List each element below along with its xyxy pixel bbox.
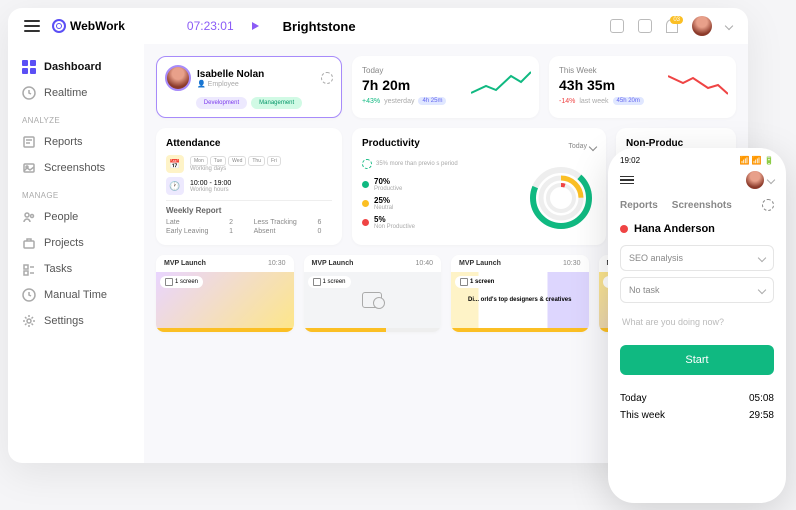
compare-value: 4h 25m: [418, 97, 446, 105]
notification-badge: 03: [670, 16, 683, 24]
sidebar-item-projects[interactable]: Projects: [22, 230, 144, 256]
video-icon[interactable]: [638, 19, 652, 33]
gear-icon: [22, 314, 36, 328]
sidebar-item-people[interactable]: People: [22, 204, 144, 230]
briefcase-icon: [22, 236, 36, 250]
calendar-icon: 📅: [166, 155, 184, 173]
tag-development: Development: [196, 97, 247, 109]
check-icon: [362, 159, 372, 169]
sidebar-item-dashboard[interactable]: Dashboard: [22, 54, 144, 80]
section-manage: Manage: [22, 191, 144, 200]
screenshot-card[interactable]: MVP Launch10:30 1 screenDi... orld's top…: [451, 255, 589, 332]
tasks-icon: [22, 262, 36, 276]
sidebar-label: Tasks: [44, 263, 72, 275]
delta: +43%: [362, 98, 380, 105]
screenshot-card[interactable]: MVP Launch10:30 1 screen: [156, 255, 294, 332]
user-name: Isabelle Nolan: [197, 69, 264, 80]
project-select[interactable]: SEO analysis: [620, 245, 774, 271]
tab-reports[interactable]: Reports: [620, 200, 658, 211]
start-button[interactable]: Start: [620, 345, 774, 375]
stat-week: This week29:58: [620, 410, 774, 421]
period-selector[interactable]: Today: [568, 143, 596, 150]
image-icon: [22, 161, 36, 175]
sparkline-icon: [668, 68, 728, 98]
play-icon[interactable]: [252, 22, 259, 30]
sidebar-item-tasks[interactable]: Tasks: [22, 256, 144, 282]
logo[interactable]: WebWork: [52, 19, 125, 33]
compare-value: 45h 20m: [613, 97, 644, 105]
status-icons: 📶 📶 🔋: [740, 156, 774, 165]
sidebar-label: Reports: [44, 136, 83, 148]
dashboard-icon: [22, 60, 36, 74]
weekly-grid: Late2Less Tracking6 Early Leaving1Absent…: [166, 219, 332, 235]
delta: -14%: [559, 98, 575, 105]
activity-input[interactable]: What are you doing now?: [620, 309, 774, 335]
sidebar-label: Manual Time: [44, 289, 107, 301]
sidebar-item-manual-time[interactable]: Manual Time: [22, 282, 144, 308]
bell-icon[interactable]: 03: [666, 19, 678, 33]
sidebar-label: Dashboard: [44, 61, 101, 73]
sidebar-item-settings[interactable]: Settings: [22, 308, 144, 334]
status-dot-icon: [620, 225, 628, 233]
mobile-overlay: 19:02 📶 📶 🔋 Reports Screenshots Hana And…: [608, 148, 786, 503]
mobile-user: Hana Anderson: [620, 223, 774, 235]
attendance-card: Attendance 📅 Mon Tue Wed Thu Fri Workin: [156, 128, 342, 245]
clock-icon: 🕐: [166, 177, 184, 195]
menu-icon[interactable]: [620, 176, 634, 185]
screenshot-card[interactable]: MVP Launch10:40 1 screen: [304, 255, 442, 332]
week-card: This Week 43h 35m -14% last week 45h 20m: [549, 56, 736, 118]
gear-icon[interactable]: [321, 72, 333, 84]
tab-screenshots[interactable]: Screenshots: [672, 200, 732, 211]
today-card: Today 7h 20m +43% yesterday 4h 25m: [352, 56, 539, 118]
clock-icon: [22, 86, 36, 100]
reports-icon: [22, 135, 36, 149]
sidebar-item-reports[interactable]: Reports: [22, 129, 144, 155]
sidebar-label: Screenshots: [44, 162, 105, 174]
chevron-down-icon[interactable]: [767, 176, 775, 184]
user-role: 👤 Employee: [197, 80, 264, 88]
people-icon: [22, 210, 36, 224]
avatar[interactable]: [746, 171, 764, 189]
sidebar-item-realtime[interactable]: Realtime: [22, 80, 144, 106]
sidebar-label: Settings: [44, 315, 84, 327]
sidebar-label: Realtime: [44, 87, 87, 99]
chat-icon[interactable]: [610, 19, 624, 33]
logo-icon: [52, 19, 66, 33]
image-placeholder-icon: [362, 292, 382, 308]
sidebar-label: Projects: [44, 237, 84, 249]
clock-icon: [22, 288, 36, 302]
stat-today: Today05:08: [620, 393, 774, 404]
gear-icon[interactable]: [762, 199, 774, 211]
menu-icon[interactable]: [24, 20, 40, 32]
compare-label: yesterday: [384, 98, 414, 105]
user-avatar: [165, 65, 191, 91]
task-select[interactable]: No task: [620, 277, 774, 303]
section-analyze: ANALYZE: [22, 116, 144, 125]
compare-label: last week: [579, 98, 608, 105]
user-card: Isabelle Nolan 👤 Employee Development Ma…: [156, 56, 342, 118]
tag-management: Management: [251, 97, 302, 109]
sidebar-item-screenshots[interactable]: Screenshots: [22, 155, 144, 181]
sparkline-icon: [471, 68, 531, 98]
timer: 07:23:01: [187, 19, 234, 33]
chevron-down-icon[interactable]: [725, 22, 733, 30]
avatar[interactable]: [692, 16, 712, 36]
logo-text: WebWork: [70, 19, 125, 33]
project-name[interactable]: Brightstone: [283, 19, 356, 34]
mobile-time: 19:02: [620, 156, 640, 165]
card-title: Attendance: [166, 138, 332, 149]
donut-chart-icon: [526, 163, 596, 233]
sidebar-label: People: [44, 211, 78, 223]
productivity-card: Productivity Today 35% more than previo …: [352, 128, 606, 245]
